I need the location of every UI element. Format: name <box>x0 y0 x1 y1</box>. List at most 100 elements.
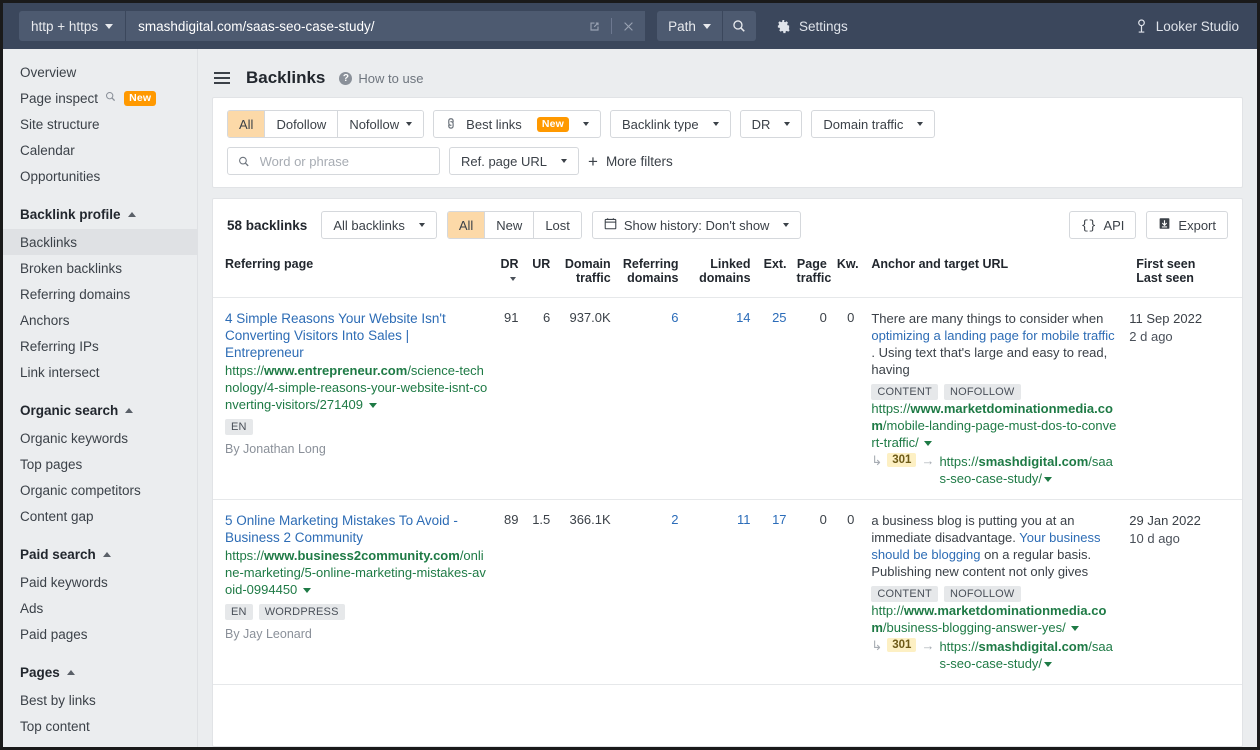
sidebar-item-backlinks[interactable]: Backlinks <box>3 229 197 255</box>
sidebar-item-organic-competitors[interactable]: Organic competitors <box>3 477 197 503</box>
sidebar-item-site-structure[interactable]: Site structure <box>3 111 197 137</box>
ref-page-url-filter[interactable]: Ref. page URL <box>449 147 579 175</box>
all-backlinks-selector[interactable]: All backlinks <box>321 211 437 239</box>
chevron-down-icon[interactable] <box>1044 477 1052 482</box>
sidebar-item-label: Organic competitors <box>20 483 141 498</box>
chevron-down-icon[interactable] <box>1044 662 1052 667</box>
sidebar-item-ads[interactable]: Ads <box>3 595 197 621</box>
filter-row-secondary: Ref. page URL + More filters <box>227 147 1228 175</box>
chevron-down-icon <box>419 223 425 227</box>
top-search-button[interactable] <box>722 11 756 41</box>
settings-label: Settings <box>799 19 848 34</box>
col-ext[interactable]: Ext. <box>756 251 792 298</box>
search-input[interactable] <box>258 153 429 170</box>
tag: NOFOLLOW <box>944 586 1021 602</box>
chevron-down-icon[interactable] <box>1071 626 1079 631</box>
sidebar-item-top-pages[interactable]: Top pages <box>3 451 197 477</box>
referring-page-title[interactable]: 4 Simple Reasons Your Website Isn't Conv… <box>225 310 489 361</box>
sidebar-item-paid-pages[interactable]: Paid pages <box>3 621 197 647</box>
protocol-selector[interactable]: http + https <box>19 11 125 41</box>
domain-traffic-filter[interactable]: Domain traffic <box>811 110 935 138</box>
sidebar-item-calendar[interactable]: Calendar <box>3 137 197 163</box>
search-box[interactable] <box>227 147 440 175</box>
settings-button[interactable]: Settings <box>776 19 848 34</box>
col-domain-traffic[interactable]: Domain traffic <box>555 251 615 298</box>
linked-domains-cell[interactable]: 14 <box>683 298 755 500</box>
sidebar-item-broken-backlinks[interactable]: Broken backlinks <box>3 255 197 281</box>
ext-cell[interactable]: 17 <box>756 500 792 685</box>
show-history-selector[interactable]: Show history: Don't show <box>592 211 802 239</box>
more-filters-button[interactable]: + More filters <box>588 153 673 170</box>
state-all[interactable]: All <box>448 212 485 238</box>
sidebar-item-top-content[interactable]: Top content <box>3 713 197 739</box>
target-url[interactable]: http://www.marketdominationmedia.com/bus… <box>871 602 1119 636</box>
sidebar-item-paid-keywords[interactable]: Paid keywords <box>3 569 197 595</box>
dr-filter[interactable]: DR <box>740 110 803 138</box>
chevron-down-icon <box>406 122 412 126</box>
best-links-button[interactable]: Best links New <box>433 110 601 138</box>
referring-page-title[interactable]: 5 Online Marketing Mistakes To Avoid - B… <box>225 512 489 546</box>
sidebar-item-opportunities[interactable]: Opportunities <box>3 163 197 189</box>
backlinks-table-wrapper: Referring page DR UR Domain traffic Refe… <box>213 251 1242 746</box>
sidebar-item-organic-keywords[interactable]: Organic keywords <box>3 425 197 451</box>
chevron-down-icon[interactable] <box>369 403 377 408</box>
col-page-traffic[interactable]: Page traffic <box>792 251 832 298</box>
sidebar-group-backlink-profile[interactable]: Backlink profile <box>3 199 197 229</box>
looker-studio-icon <box>1135 19 1148 34</box>
path-selector[interactable]: Path <box>657 11 722 41</box>
tag: CONTENT <box>871 384 938 400</box>
filter-dofollow[interactable]: Dofollow <box>265 111 338 137</box>
anchor-link[interactable]: optimizing a landing page for mobile tra… <box>871 328 1114 343</box>
col-dr[interactable]: DR <box>494 251 524 298</box>
ext-cell[interactable]: 25 <box>756 298 792 500</box>
referring-page-url[interactable]: https://www.business2community.com/onlin… <box>225 547 489 598</box>
col-kw[interactable]: Kw. <box>832 251 860 298</box>
sidebar-item-overview[interactable]: Overview <box>3 59 197 85</box>
how-to-use-link[interactable]: ? How to use <box>339 71 423 86</box>
col-first-last-seen[interactable]: First seen Last seen <box>1124 251 1235 298</box>
close-icon[interactable] <box>622 20 635 33</box>
col-anchor-target-url[interactable]: Anchor and target URL <box>859 251 1124 298</box>
hamburger-icon[interactable] <box>212 70 232 86</box>
backlink-type-filter[interactable]: Backlink type <box>610 110 731 138</box>
table-row: 5 Online Marketing Mistakes To Avoid - B… <box>213 500 1242 685</box>
col-linked-domains[interactable]: Linked domains <box>683 251 755 298</box>
state-lost[interactable]: Lost <box>534 212 581 238</box>
chevron-down-icon[interactable] <box>924 441 932 446</box>
export-button[interactable]: Export <box>1146 211 1228 239</box>
redirect-url[interactable]: https://smashdigital.com/saas-seo-case-s… <box>939 453 1119 487</box>
looker-studio-button[interactable]: Looker Studio <box>1135 19 1239 34</box>
linked-domains-cell[interactable]: 11 <box>683 500 755 685</box>
ur-cell: 6 <box>524 298 556 500</box>
filter-nofollow[interactable]: Nofollow <box>338 111 423 137</box>
redirect-url[interactable]: https://smashdigital.com/saas-seo-case-s… <box>939 638 1119 672</box>
url-field[interactable]: smashdigital.com/saas-seo-case-study/ <box>125 11 645 41</box>
referring-page-url[interactable]: https://www.entrepreneur.com/science-tec… <box>225 362 489 413</box>
sidebar-item-page-inspect[interactable]: Page inspect New <box>3 85 197 111</box>
target-url[interactable]: https://www.marketdominationmedia.com/mo… <box>871 400 1119 451</box>
dr-label: DR <box>752 117 771 132</box>
col-referring-domains[interactable]: Referring domains <box>616 251 684 298</box>
api-button[interactable]: {} API <box>1069 211 1137 239</box>
sidebar-group-organic-search[interactable]: Organic search <box>3 395 197 425</box>
sidebar-item-content-gap[interactable]: Content gap <box>3 503 197 529</box>
sidebar-item-link-intersect[interactable]: Link intersect <box>3 359 197 385</box>
sidebar-group-pages[interactable]: Pages <box>3 657 197 687</box>
col-ur[interactable]: UR <box>524 251 556 298</box>
col-referring-page[interactable]: Referring page <box>213 251 494 298</box>
referring-domains-cell[interactable]: 2 <box>616 500 684 685</box>
sidebar-group-label: Backlink profile <box>20 207 121 222</box>
sidebar-item-referring-domains[interactable]: Referring domains <box>3 281 197 307</box>
referring-domains-cell[interactable]: 6 <box>616 298 684 500</box>
sidebar-item-referring-ips[interactable]: Referring IPs <box>3 333 197 359</box>
seen-cell: 29 Jan 2022 10 d ago <box>1124 500 1235 685</box>
referring-page-cell: 5 Online Marketing Mistakes To Avoid - B… <box>213 500 494 685</box>
filter-all[interactable]: All <box>228 111 265 137</box>
sidebar-item-anchors[interactable]: Anchors <box>3 307 197 333</box>
sidebar-item-best-by-links[interactable]: Best by links <box>3 687 197 713</box>
chevron-down-icon[interactable] <box>303 588 311 593</box>
state-new[interactable]: New <box>485 212 534 238</box>
sidebar-group-paid-search[interactable]: Paid search <box>3 539 197 569</box>
scroll-col <box>1236 251 1242 298</box>
external-link-icon[interactable] <box>588 20 601 33</box>
